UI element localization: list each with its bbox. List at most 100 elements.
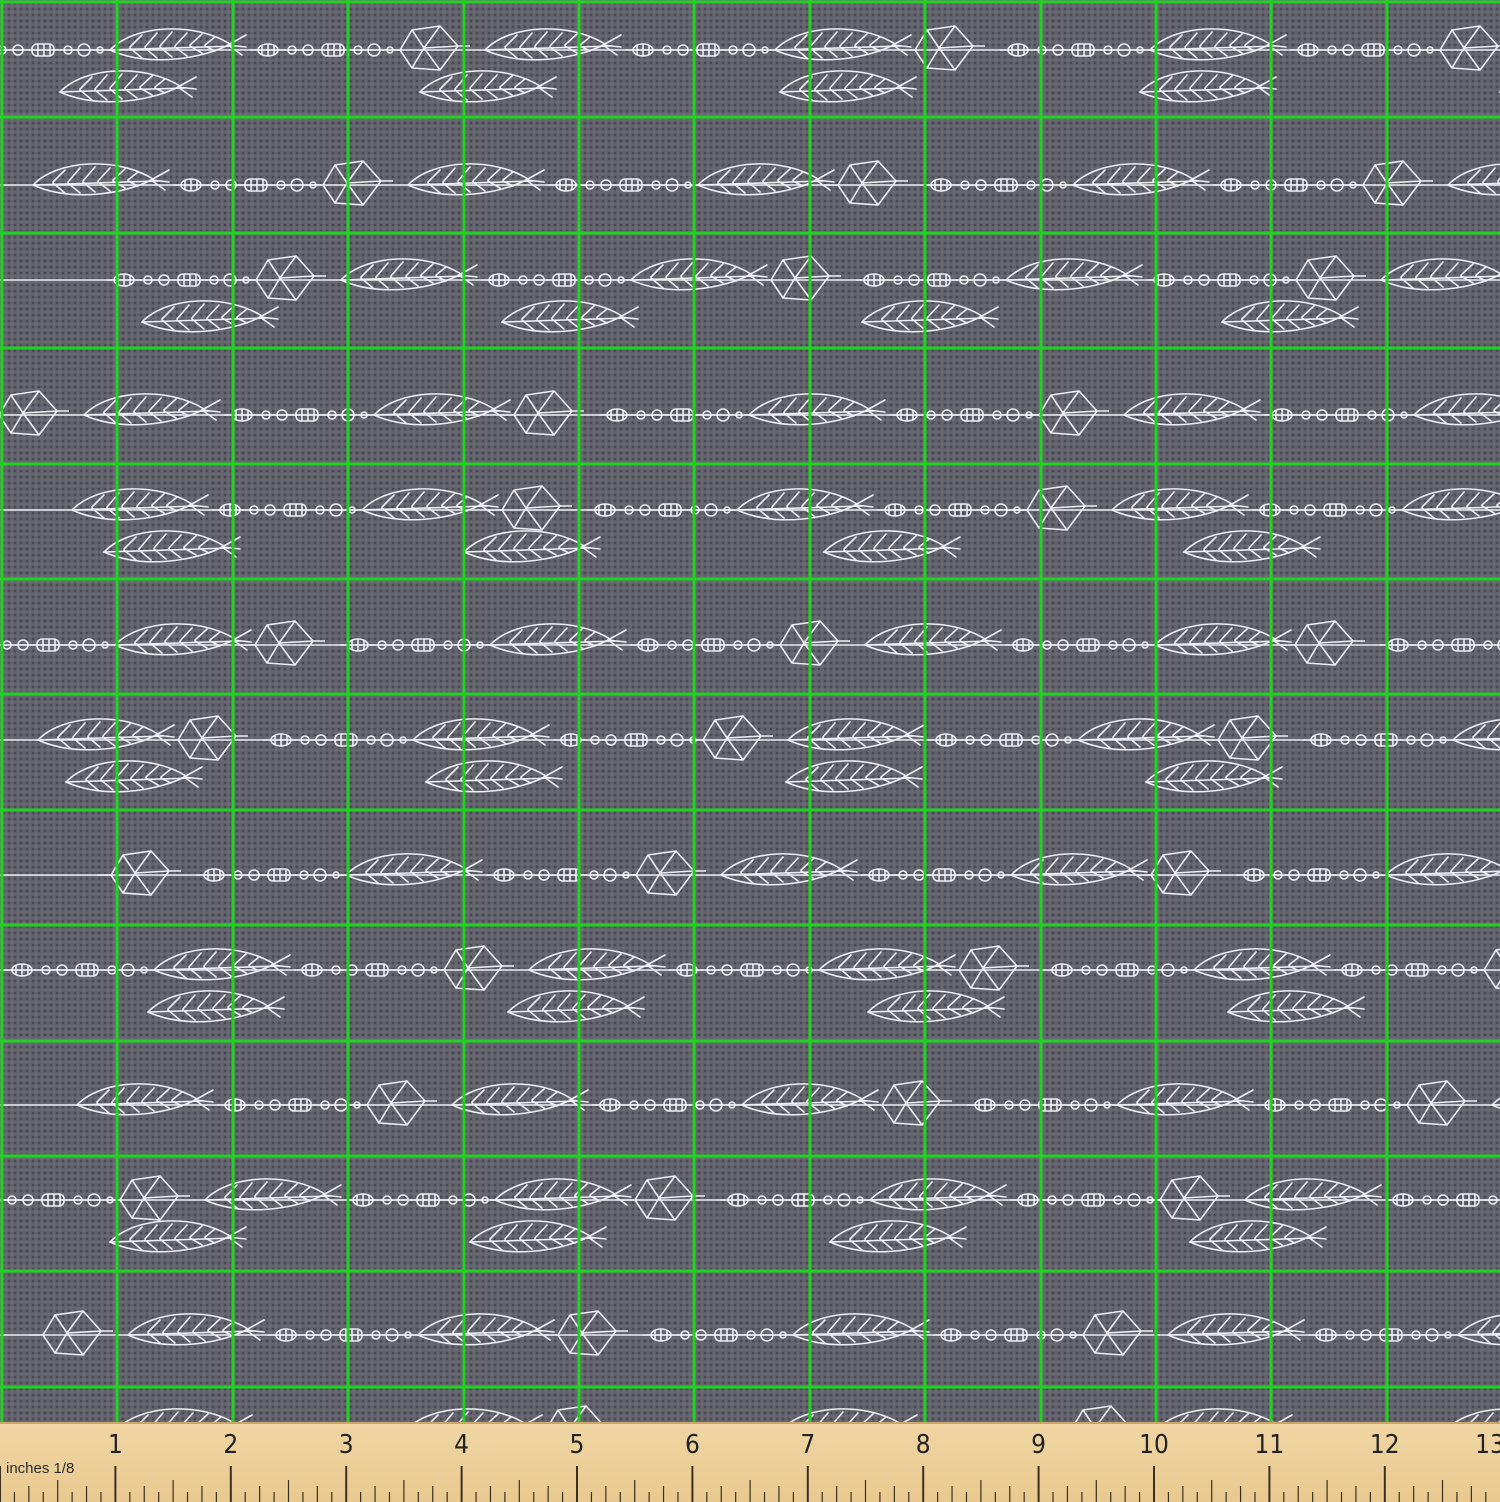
feather-icon — [1155, 1408, 1293, 1422]
feather-icon — [507, 990, 645, 1023]
ruler-number: 7 — [800, 1430, 816, 1460]
feather-icon — [1447, 163, 1500, 196]
ruler-unit-label: inches 1/8 — [6, 1460, 75, 1477]
bead-icon — [547, 178, 699, 192]
crystal-icon — [900, 25, 986, 71]
bead-icon — [586, 503, 738, 517]
bead-icon — [0, 1193, 121, 1207]
feather-icon — [1123, 393, 1261, 426]
crystal-icon — [352, 1080, 438, 1126]
feather-icon — [867, 990, 1005, 1023]
feather-icon — [1491, 1083, 1500, 1116]
crystal-icon — [867, 1080, 953, 1126]
feather-icon — [829, 1220, 967, 1253]
crystal-icon — [385, 25, 471, 71]
ruler-number: 11 — [1254, 1430, 1285, 1460]
feather-icon — [147, 990, 285, 1023]
ruler-number: 1 — [107, 1430, 123, 1460]
crystal-icon — [543, 1310, 629, 1356]
ruler-number: 4 — [454, 1430, 470, 1460]
feather-icon — [741, 1083, 879, 1116]
bead-icon — [719, 1193, 871, 1207]
bead-icon — [966, 1098, 1118, 1112]
feather-icon — [412, 718, 550, 751]
bead-icon — [1043, 963, 1195, 977]
bead-icon — [249, 43, 401, 57]
bead-icon — [344, 1193, 496, 1207]
feather-icon — [469, 1220, 607, 1253]
bead-icon — [855, 273, 1007, 287]
fabric-swatch — [0, 0, 1500, 1422]
feather-icon — [76, 1083, 214, 1116]
feather-icon — [720, 853, 858, 886]
crystal-icon — [96, 850, 182, 896]
bead-icon — [860, 868, 1012, 882]
bead-icon — [195, 868, 347, 882]
bead-icon — [267, 1328, 419, 1342]
bead-icon — [668, 963, 820, 977]
bead-icon — [642, 1328, 794, 1342]
bead-icon — [1004, 638, 1156, 652]
crystal-icon — [241, 255, 327, 301]
feather-icon — [1193, 948, 1331, 981]
feather-icon — [451, 1083, 589, 1116]
bead-icon — [1379, 638, 1500, 652]
crystal-icon — [756, 255, 842, 301]
feather-icon — [37, 718, 175, 751]
inch-ruler: inches 1/8 1 2 3 4 5 6 7 8 9 10 11 12 13 — [0, 1422, 1500, 1502]
ruler-number: 9 — [1031, 1430, 1047, 1460]
feather-icon — [1149, 28, 1287, 61]
feather-icon — [407, 163, 545, 196]
crystal-icon — [1425, 25, 1500, 71]
feather-icon — [109, 1220, 247, 1253]
feather-icon — [1139, 70, 1277, 103]
feather-icon — [1010, 853, 1148, 886]
feather-icon — [774, 28, 912, 61]
feather-icon — [1116, 1083, 1254, 1116]
bead-icon — [1256, 1098, 1408, 1112]
bead-icon — [1384, 1193, 1500, 1207]
crystal-icon — [944, 945, 1030, 991]
feather-icon — [115, 1408, 253, 1422]
feather-icon — [779, 70, 917, 103]
bead-icon — [480, 273, 632, 287]
feather-icon — [1167, 1313, 1305, 1346]
bead-icon — [105, 273, 257, 287]
feather-icon — [1385, 853, 1500, 886]
feather-icon — [861, 300, 999, 333]
feather-icon — [823, 530, 961, 563]
feather-icon — [1005, 258, 1143, 291]
feather-icon — [494, 1178, 632, 1211]
feather-icon — [1244, 1178, 1382, 1211]
crystal-icon — [1280, 620, 1366, 666]
crystal-icon — [765, 620, 851, 666]
bead-icon — [293, 963, 445, 977]
bead-icon — [172, 178, 324, 192]
feather-icon — [141, 300, 279, 333]
feather-icon — [65, 760, 203, 793]
feather-icon — [869, 1178, 1007, 1211]
bead-icon — [629, 638, 781, 652]
crystal-icon — [620, 1175, 706, 1221]
crystal-icon — [1469, 945, 1500, 991]
feather-icon — [127, 1313, 265, 1346]
feather-icon — [1154, 623, 1292, 656]
feather-icon — [405, 1408, 543, 1422]
feather-icon — [1227, 990, 1365, 1023]
ruler-number: 13 — [1475, 1430, 1500, 1460]
feather-icon — [204, 1178, 342, 1211]
feather-icon — [818, 948, 956, 981]
crystal-icon — [823, 160, 909, 206]
bead-icon — [1333, 963, 1485, 977]
feather-icon — [1111, 488, 1249, 521]
bead-icon — [223, 408, 375, 422]
feather-icon — [83, 393, 221, 426]
feather-icon — [787, 718, 925, 751]
feather-icon — [484, 28, 622, 61]
ruler-number: 12 — [1369, 1430, 1400, 1460]
bead-icon — [485, 868, 637, 882]
crystal-icon — [621, 850, 707, 896]
feather-icon — [373, 393, 511, 426]
bead-icon — [876, 503, 1028, 517]
bead-icon — [598, 408, 750, 422]
